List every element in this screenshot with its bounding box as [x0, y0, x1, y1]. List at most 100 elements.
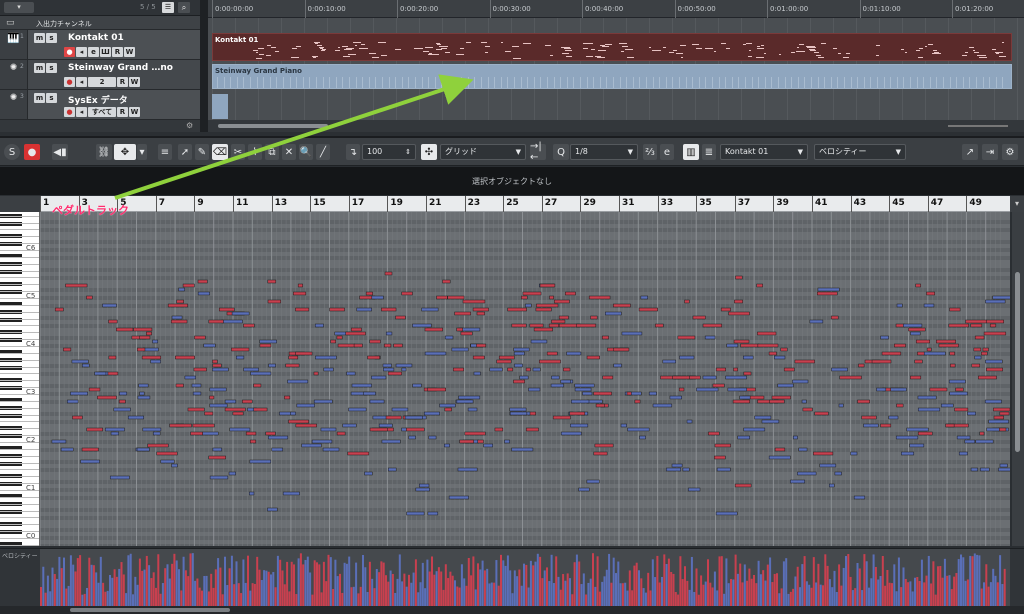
midi-note[interactable] [175, 355, 195, 360]
solo-button[interactable]: s [46, 63, 57, 73]
velocity-bar[interactable] [270, 574, 272, 607]
midi-note[interactable] [464, 431, 486, 436]
trim-tool-icon[interactable]: ✂ [231, 144, 245, 160]
velocity-bar[interactable] [976, 554, 979, 607]
velocity-bar[interactable] [242, 559, 245, 607]
velocity-bar[interactable] [805, 581, 808, 607]
midi-note[interactable] [224, 399, 237, 404]
midi-note[interactable] [104, 427, 125, 432]
midi-note[interactable] [139, 335, 151, 340]
instrument-dropdown[interactable]: Kontakt 01 ▼ [720, 144, 808, 160]
velocity-bar[interactable] [444, 564, 447, 607]
midi-note[interactable] [243, 367, 259, 372]
note-display[interactable] [40, 212, 1010, 546]
midi-note[interactable] [985, 299, 1006, 304]
midi-note[interactable] [391, 407, 409, 412]
velocity-bar[interactable] [757, 560, 760, 607]
midi-note[interactable] [593, 451, 608, 456]
midi-note[interactable] [880, 423, 892, 428]
velocity-bar[interactable] [552, 583, 555, 607]
midi-note[interactable] [65, 283, 88, 288]
midi-note[interactable] [142, 427, 162, 432]
velocity-bar[interactable] [573, 562, 576, 607]
midi-note[interactable] [714, 455, 726, 460]
velocity-bar[interactable] [297, 558, 300, 607]
midi-note[interactable] [521, 295, 528, 300]
midi-note[interactable] [890, 387, 907, 392]
velocity-bar[interactable] [440, 571, 443, 607]
velocity-bar[interactable] [624, 582, 627, 607]
velocity-bar[interactable] [65, 588, 68, 607]
midi-note[interactable] [141, 355, 162, 360]
velocity-bar[interactable] [923, 582, 926, 607]
scroll-thumb[interactable] [218, 124, 328, 128]
midi-note[interactable] [682, 467, 690, 472]
midi-note[interactable] [454, 311, 471, 316]
vertical-scrollbar[interactable] [1012, 212, 1024, 546]
midi-note[interactable] [639, 435, 646, 440]
midi-note[interactable] [428, 435, 437, 440]
velocity-bar[interactable] [960, 554, 962, 607]
midi-note[interactable] [986, 319, 1004, 324]
velocity-bar[interactable] [626, 590, 629, 607]
mute-button[interactable]: m [34, 63, 45, 73]
midi-note[interactable] [381, 307, 397, 312]
velocity-bar[interactable] [74, 571, 77, 607]
midi-note[interactable] [792, 435, 798, 440]
midi-note[interactable] [720, 307, 731, 312]
midi-note[interactable] [684, 299, 690, 304]
velocity-bar[interactable] [148, 565, 151, 607]
midi-note[interactable] [381, 439, 401, 444]
velocity-bar[interactable] [201, 590, 203, 607]
track-kontakt[interactable]: 🎹 1 ms Kontakt 01 ● ◂ e Ш R W [0, 30, 200, 60]
velocity-bar[interactable] [727, 583, 730, 607]
midi-note[interactable] [970, 467, 978, 472]
velocity-bar[interactable] [164, 568, 167, 607]
velocity-bar[interactable] [575, 554, 578, 607]
velocity-bar[interactable] [529, 560, 532, 607]
velocity-bar[interactable] [615, 573, 617, 607]
midi-part-steinway[interactable]: Steinway Grand Piano [212, 64, 1012, 89]
velocity-bar[interactable] [893, 564, 896, 607]
midi-note[interactable] [958, 451, 968, 456]
velocity-bar[interactable] [463, 578, 466, 607]
midi-note[interactable] [949, 307, 961, 312]
midi-note[interactable] [457, 467, 478, 472]
velocity-bar[interactable] [872, 554, 875, 607]
velocity-bar[interactable] [49, 591, 52, 607]
velocity-bar[interactable] [60, 568, 63, 607]
io-channel-row[interactable]: ▭ 入出力チャンネル [0, 16, 200, 30]
track-name[interactable]: Steinway Grand …no [68, 63, 173, 73]
velocity-bar[interactable] [684, 566, 686, 607]
velocity-bar[interactable] [267, 571, 270, 607]
midi-note[interactable] [336, 431, 346, 436]
velocity-bar[interactable] [633, 565, 636, 607]
velocity-bar[interactable] [106, 590, 109, 607]
velocity-bar[interactable] [966, 579, 969, 607]
midi-note[interactable] [109, 475, 130, 480]
midi-note[interactable] [560, 379, 572, 384]
midi-note[interactable] [209, 475, 229, 480]
velocity-bar[interactable] [99, 556, 102, 607]
midi-note[interactable] [896, 403, 904, 408]
midi-note[interactable] [279, 411, 292, 416]
midi-note[interactable] [462, 299, 486, 304]
velocity-bar[interactable] [803, 556, 806, 607]
midi-note[interactable] [489, 367, 503, 372]
velocity-bar[interactable] [345, 563, 348, 607]
midi-note[interactable] [63, 347, 72, 352]
midi-note[interactable] [714, 443, 731, 448]
velocity-bar[interactable] [865, 561, 868, 607]
midi-note[interactable] [401, 367, 407, 372]
velocity-bar[interactable] [95, 572, 98, 607]
midi-note[interactable] [926, 291, 936, 296]
velocity-bar[interactable] [550, 554, 553, 607]
midi-note[interactable] [532, 367, 541, 372]
midi-note[interactable] [727, 387, 748, 392]
midi-note[interactable] [150, 359, 161, 364]
midi-note[interactable] [774, 447, 786, 452]
midi-note[interactable] [54, 307, 64, 312]
split-tool-icon[interactable]: ⌇ [248, 144, 262, 160]
midi-note[interactable] [382, 363, 392, 368]
midi-note[interactable] [384, 343, 392, 348]
